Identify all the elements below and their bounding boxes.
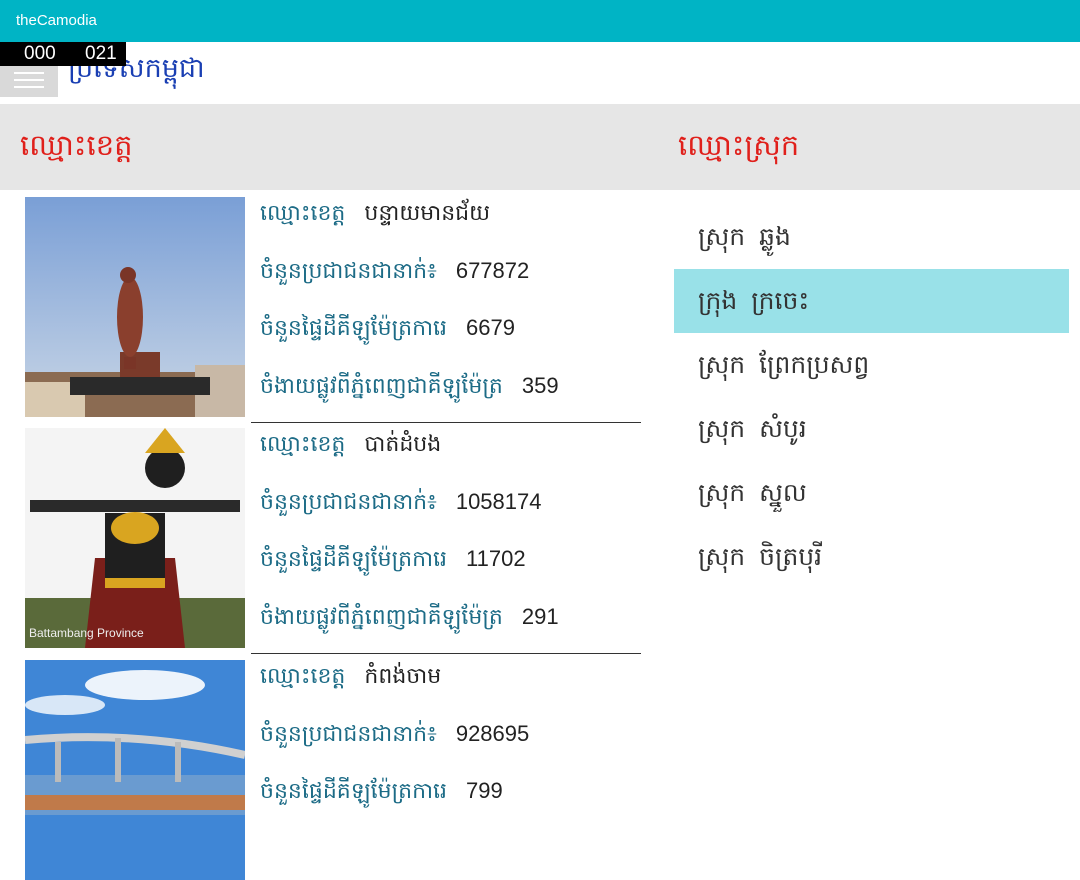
population-value: 928695 bbox=[455, 721, 530, 746]
district-list: ស្រុក ឆ្លូង ក្រុង ក្រចេះ ស្រុក ព្រែកប្រសព្វ… bbox=[674, 205, 1069, 589]
district-item[interactable]: ស្រុក ស្នួល bbox=[674, 461, 1069, 525]
menu-icon bbox=[14, 72, 44, 74]
province-column-header: ឈ្មោះខេត្ត bbox=[20, 128, 133, 162]
province-name: បាត់ដំបង bbox=[364, 431, 442, 456]
population-value: 1058174 bbox=[455, 489, 542, 514]
menu-icon-bar bbox=[14, 79, 44, 81]
ta-dambong-statue-photo: Battambang Province bbox=[25, 428, 245, 648]
district-item-selected[interactable]: ក្រុង ក្រចេះ bbox=[674, 269, 1069, 333]
population-label: ចំនួនប្រជាជនជានាក់៖ bbox=[260, 259, 437, 284]
area-value: 799 bbox=[466, 778, 503, 803]
district-column-header: ឈ្មោះស្រុក bbox=[678, 128, 800, 162]
district-item[interactable]: ស្រុក ឆ្លូង bbox=[674, 205, 1069, 269]
population-value: 677872 bbox=[455, 258, 530, 283]
name-row: ឈ្មោះខេត្ត បាត់ដំបង bbox=[260, 430, 441, 462]
name-row: ឈ្មោះខេត្ត បន្ទាយមានជ័យ bbox=[260, 199, 490, 231]
app-title: theCamodia bbox=[16, 12, 97, 29]
name-row: ឈ្មោះខេត្ត កំពង់ចាម bbox=[260, 662, 441, 694]
distance-label: ចំងាយផ្លូវពីភ្នំពេញជាគីឡូម៉ែត្រ bbox=[260, 605, 503, 630]
distance-row: ចំងាយផ្លូវពីភ្នំពេញជាគីឡូម៉ែត្រ 359 bbox=[260, 372, 559, 404]
population-row: ចំនួនប្រជាជនជានាក់៖ 1058174 bbox=[260, 488, 541, 520]
district-name: ក្រចេះ bbox=[751, 286, 810, 315]
population-row: ចំនួនប្រជាជនជានាក់៖ 928695 bbox=[260, 720, 529, 752]
district-kind: ស្រុក bbox=[698, 350, 746, 379]
population-label: ចំនួនប្រជាជនជានាក់៖ bbox=[260, 722, 437, 747]
district-kind: ស្រុក bbox=[698, 478, 746, 507]
menu-icon-bar bbox=[14, 86, 44, 88]
area-label: ចំនួនផ្ទៃដីគីឡូម៉ែត្រការេ bbox=[260, 547, 448, 572]
distance-value: 291 bbox=[521, 604, 559, 629]
district-kind: ស្រុក bbox=[698, 222, 746, 251]
counter-right: 021 bbox=[85, 43, 117, 64]
distance-row: ចំងាយផ្លូវពីភ្នំពេញជាគីឡូម៉ែត្រ 291 bbox=[260, 603, 559, 635]
population-label: ចំនួនប្រជាជនជានាក់៖ bbox=[260, 490, 437, 515]
image-watermark: Battambang Province bbox=[29, 626, 144, 640]
area-value: 6679 bbox=[466, 315, 515, 340]
statue-photo bbox=[25, 197, 245, 417]
divider bbox=[251, 422, 641, 423]
district-item[interactable]: ស្រុក ចិត្របុរី bbox=[674, 525, 1069, 589]
district-name: សំបូរ bbox=[759, 414, 807, 443]
bridge-photo bbox=[25, 660, 245, 880]
area-row: ចំនួនផ្ទៃដីគីឡូម៉ែត្រការេ 799 bbox=[260, 777, 503, 809]
district-item[interactable]: ស្រុក សំបូរ bbox=[674, 397, 1069, 461]
name-label: ឈ្មោះខេត្ត bbox=[260, 664, 346, 689]
area-value: 11702 bbox=[466, 546, 526, 571]
district-name: ឆ្លូង bbox=[759, 222, 791, 251]
distance-value: 359 bbox=[521, 373, 559, 398]
area-row: ចំនួនផ្ទៃដីគីឡូម៉ែត្រការេ 11702 bbox=[260, 545, 526, 577]
province-name: កំពង់ចាម bbox=[364, 663, 442, 688]
district-kind: ស្រុក bbox=[698, 414, 746, 443]
district-kind: ស្រុក bbox=[698, 542, 746, 571]
province-item[interactable]: ឈ្មោះខេត្ត បន្ទាយមានជ័យ ចំនួនប្រជាជនជានា… bbox=[25, 197, 645, 423]
divider bbox=[251, 653, 641, 654]
counter-left: 000 bbox=[24, 43, 56, 64]
name-label: ឈ្មោះខេត្ត bbox=[260, 432, 346, 457]
district-name: ចិត្របុរី bbox=[759, 542, 823, 571]
title-bar: theCamodia bbox=[0, 0, 1080, 42]
province-item[interactable]: ឈ្មោះខេត្ត កំពង់ចាម ចំនួនប្រជាជនជានាក់៖ … bbox=[25, 660, 645, 880]
district-kind: ក្រុង bbox=[698, 286, 738, 315]
area-label: ចំនួនផ្ទៃដីគីឡូម៉ែត្រការេ bbox=[260, 779, 448, 804]
area-row: ចំនួនផ្ទៃដីគីឡូម៉ែត្រការេ 6679 bbox=[260, 314, 515, 346]
district-item[interactable]: ស្រុក ព្រែកប្រសព្វ bbox=[674, 333, 1069, 397]
area-label: ចំនួនផ្ទៃដីគីឡូម៉ែត្រការេ bbox=[260, 316, 448, 341]
population-row: ចំនួនប្រជាជនជានាក់៖ 677872 bbox=[260, 257, 529, 289]
district-name: ស្នួល bbox=[759, 478, 807, 507]
column-header-band: ឈ្មោះខេត្ត ឈ្មោះស្រុក bbox=[0, 104, 1080, 190]
name-label: ឈ្មោះខេត្ត bbox=[260, 201, 346, 226]
province-name: បន្ទាយមានជ័យ bbox=[364, 200, 491, 225]
distance-label: ចំងាយផ្លូវពីភ្នំពេញជាគីឡូម៉ែត្រ bbox=[260, 374, 503, 399]
district-name: ព្រែកប្រសព្វ bbox=[759, 350, 870, 379]
province-item[interactable]: Battambang Province ឈ្មោះខេត្ត បាត់ដំបង … bbox=[25, 428, 645, 654]
frame-counter: 000 021 bbox=[0, 42, 126, 66]
